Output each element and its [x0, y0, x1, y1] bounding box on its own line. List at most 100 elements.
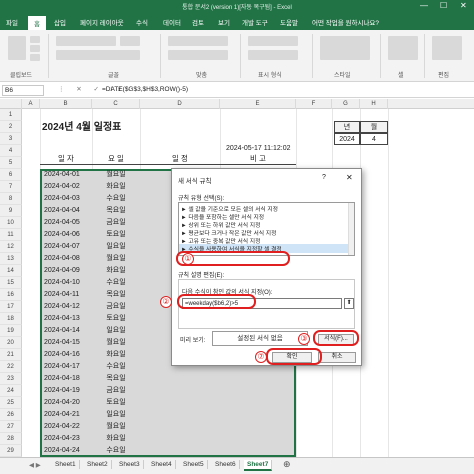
weekday-cell[interactable]: 토요일 — [92, 313, 140, 325]
minimize-icon[interactable]: — — [420, 1, 428, 10]
date-cell[interactable]: 2024-04-08 — [44, 253, 80, 265]
weekday-cell[interactable]: 토요일 — [92, 229, 140, 241]
tab-page-layout[interactable]: 페이지 레이아웃 — [80, 17, 124, 27]
date-cell[interactable]: 2024-04-04 — [44, 205, 80, 217]
number-format-buttons[interactable] — [248, 50, 298, 60]
date-cell[interactable]: 2024-04-21 — [44, 409, 80, 421]
row-header[interactable]: 8 — [0, 193, 22, 205]
paste-icon[interactable] — [8, 36, 26, 60]
row-header[interactable]: 6 — [0, 169, 22, 181]
row-header[interactable]: 7 — [0, 181, 22, 193]
name-box[interactable]: B6 — [2, 85, 44, 96]
tab-help[interactable]: 도움말 — [280, 17, 298, 27]
weekday-cell[interactable]: 수요일 — [92, 193, 140, 205]
month-value-cell[interactable]: 4 — [360, 133, 388, 145]
styles-gallery[interactable] — [320, 36, 370, 60]
date-cell[interactable]: 2024-04-02 — [44, 181, 80, 193]
tab-data[interactable]: 데이터 — [163, 17, 181, 27]
row-header[interactable]: 14 — [0, 265, 22, 277]
date-cell[interactable]: 2024-04-11 — [44, 289, 79, 301]
help-icon[interactable]: ? — [322, 174, 326, 181]
weekday-cell[interactable]: 월요일 — [92, 421, 140, 433]
weekday-cell[interactable]: 목요일 — [92, 373, 140, 385]
weekday-cell[interactable]: 화요일 — [92, 433, 140, 445]
format-painter-icon[interactable] — [30, 54, 40, 61]
row-header[interactable]: 17 — [0, 301, 22, 313]
row-header[interactable]: 15 — [0, 277, 22, 289]
rule-type-list[interactable]: ► 셀 값을 기준으로 모든 셀의 서식 지정 ► 다음을 포함하는 셀만 서식… — [178, 202, 355, 256]
font-style-buttons[interactable] — [56, 50, 140, 60]
sheet-tab-4[interactable]: Sheet4 — [148, 460, 176, 469]
row-header[interactable]: 23 — [0, 373, 22, 385]
sheet-tab-7[interactable]: Sheet7 — [244, 460, 273, 471]
column-header-f[interactable]: F — [296, 99, 332, 109]
close-icon[interactable]: ✕ — [460, 1, 467, 10]
weekday-cell[interactable]: 일요일 — [92, 241, 140, 253]
column-header-b[interactable]: B — [40, 99, 92, 109]
column-header-a[interactable]: A — [22, 99, 40, 109]
weekday-cell[interactable]: 일요일 — [92, 325, 140, 337]
collapse-dialog-icon[interactable]: ⬆ — [344, 298, 354, 309]
weekday-cell[interactable]: 토요일 — [92, 397, 140, 409]
column-header-e[interactable]: E — [220, 99, 296, 109]
tab-developer[interactable]: 개발 도구 — [242, 17, 268, 27]
tell-me-search[interactable]: 어떤 작업을 원하시나요? — [312, 17, 379, 27]
row-header[interactable]: 18 — [0, 313, 22, 325]
number-format-select[interactable] — [248, 36, 298, 46]
column-header-c[interactable]: C — [92, 99, 140, 109]
date-cell[interactable]: 2024-04-09 — [44, 265, 80, 277]
copy-icon[interactable] — [30, 45, 40, 52]
row-header[interactable]: 16 — [0, 289, 22, 301]
weekday-cell[interactable]: 월요일 — [92, 253, 140, 265]
row-header[interactable]: 11 — [0, 229, 22, 241]
date-cell[interactable]: 2024-04-10 — [44, 277, 80, 289]
maximize-icon[interactable]: ☐ — [440, 1, 447, 10]
weekday-cell[interactable]: 수요일 — [92, 361, 140, 373]
tab-file[interactable]: 파일 — [6, 17, 18, 27]
row-header[interactable]: 22 — [0, 361, 22, 373]
alignment-buttons[interactable] — [168, 36, 228, 46]
weekday-cell[interactable]: 수요일 — [92, 277, 140, 289]
row-header[interactable]: 25 — [0, 397, 22, 409]
weekday-cell[interactable]: 금요일 — [92, 301, 140, 313]
weekday-cell[interactable]: 월요일 — [92, 337, 140, 349]
sheet-nav-arrows[interactable]: ◀ ▶ — [26, 460, 44, 470]
column-header-h[interactable]: H — [360, 99, 388, 109]
row-header[interactable]: 13 — [0, 253, 22, 265]
tab-review[interactable]: 검토 — [192, 17, 204, 27]
tab-home[interactable]: 홈 — [28, 16, 46, 30]
weekday-cell[interactable]: 일요일 — [92, 409, 140, 421]
tab-formulas[interactable]: 수식 — [136, 17, 148, 27]
sheet-tab-1[interactable]: Sheet1 — [52, 460, 80, 469]
date-cell[interactable]: 2024-04-24 — [44, 445, 80, 457]
date-cell[interactable]: 2024-04-16 — [44, 349, 80, 361]
cells-buttons[interactable] — [388, 36, 418, 60]
indent-buttons[interactable] — [168, 50, 228, 60]
weekday-cell[interactable]: 금요일 — [92, 217, 140, 229]
editing-buttons[interactable] — [432, 36, 462, 60]
date-cell[interactable]: 2024-04-06 — [44, 229, 80, 241]
date-cell[interactable]: 2024-04-20 — [44, 397, 80, 409]
date-cell[interactable]: 2024-04-03 — [44, 193, 80, 205]
date-cell[interactable]: 2024-04-13 — [44, 313, 80, 325]
weekday-cell[interactable]: 화요일 — [92, 349, 140, 361]
date-cell[interactable]: 2024-04-07 — [44, 241, 80, 253]
row-header[interactable]: 4 — [0, 145, 22, 157]
tab-insert[interactable]: 삽입 — [54, 17, 66, 27]
row-header[interactable]: 28 — [0, 433, 22, 445]
sheet-tab-6[interactable]: Sheet6 — [212, 460, 240, 469]
date-cell[interactable]: 2024-04-01 — [44, 169, 80, 181]
date-cell[interactable]: 2024-04-05 — [44, 217, 80, 229]
row-header[interactable]: 10 — [0, 217, 22, 229]
date-cell[interactable]: 2024-04-18 — [44, 373, 80, 385]
date-cell[interactable]: 2024-04-15 — [44, 337, 80, 349]
year-value-cell[interactable]: 2024 — [334, 133, 360, 145]
sheet-tab-3[interactable]: Sheet3 — [116, 460, 144, 469]
select-all-corner[interactable] — [0, 99, 22, 109]
date-cell[interactable]: 2024-04-12 — [44, 301, 80, 313]
date-cell[interactable]: 2024-04-19 — [44, 385, 80, 397]
weekday-cell[interactable]: 금요일 — [92, 385, 140, 397]
rule-list-scrollbar[interactable] — [348, 203, 354, 255]
row-header[interactable]: 24 — [0, 385, 22, 397]
formula-input[interactable]: =DATE($G$3,$H$3,ROW()-5) — [102, 86, 188, 93]
